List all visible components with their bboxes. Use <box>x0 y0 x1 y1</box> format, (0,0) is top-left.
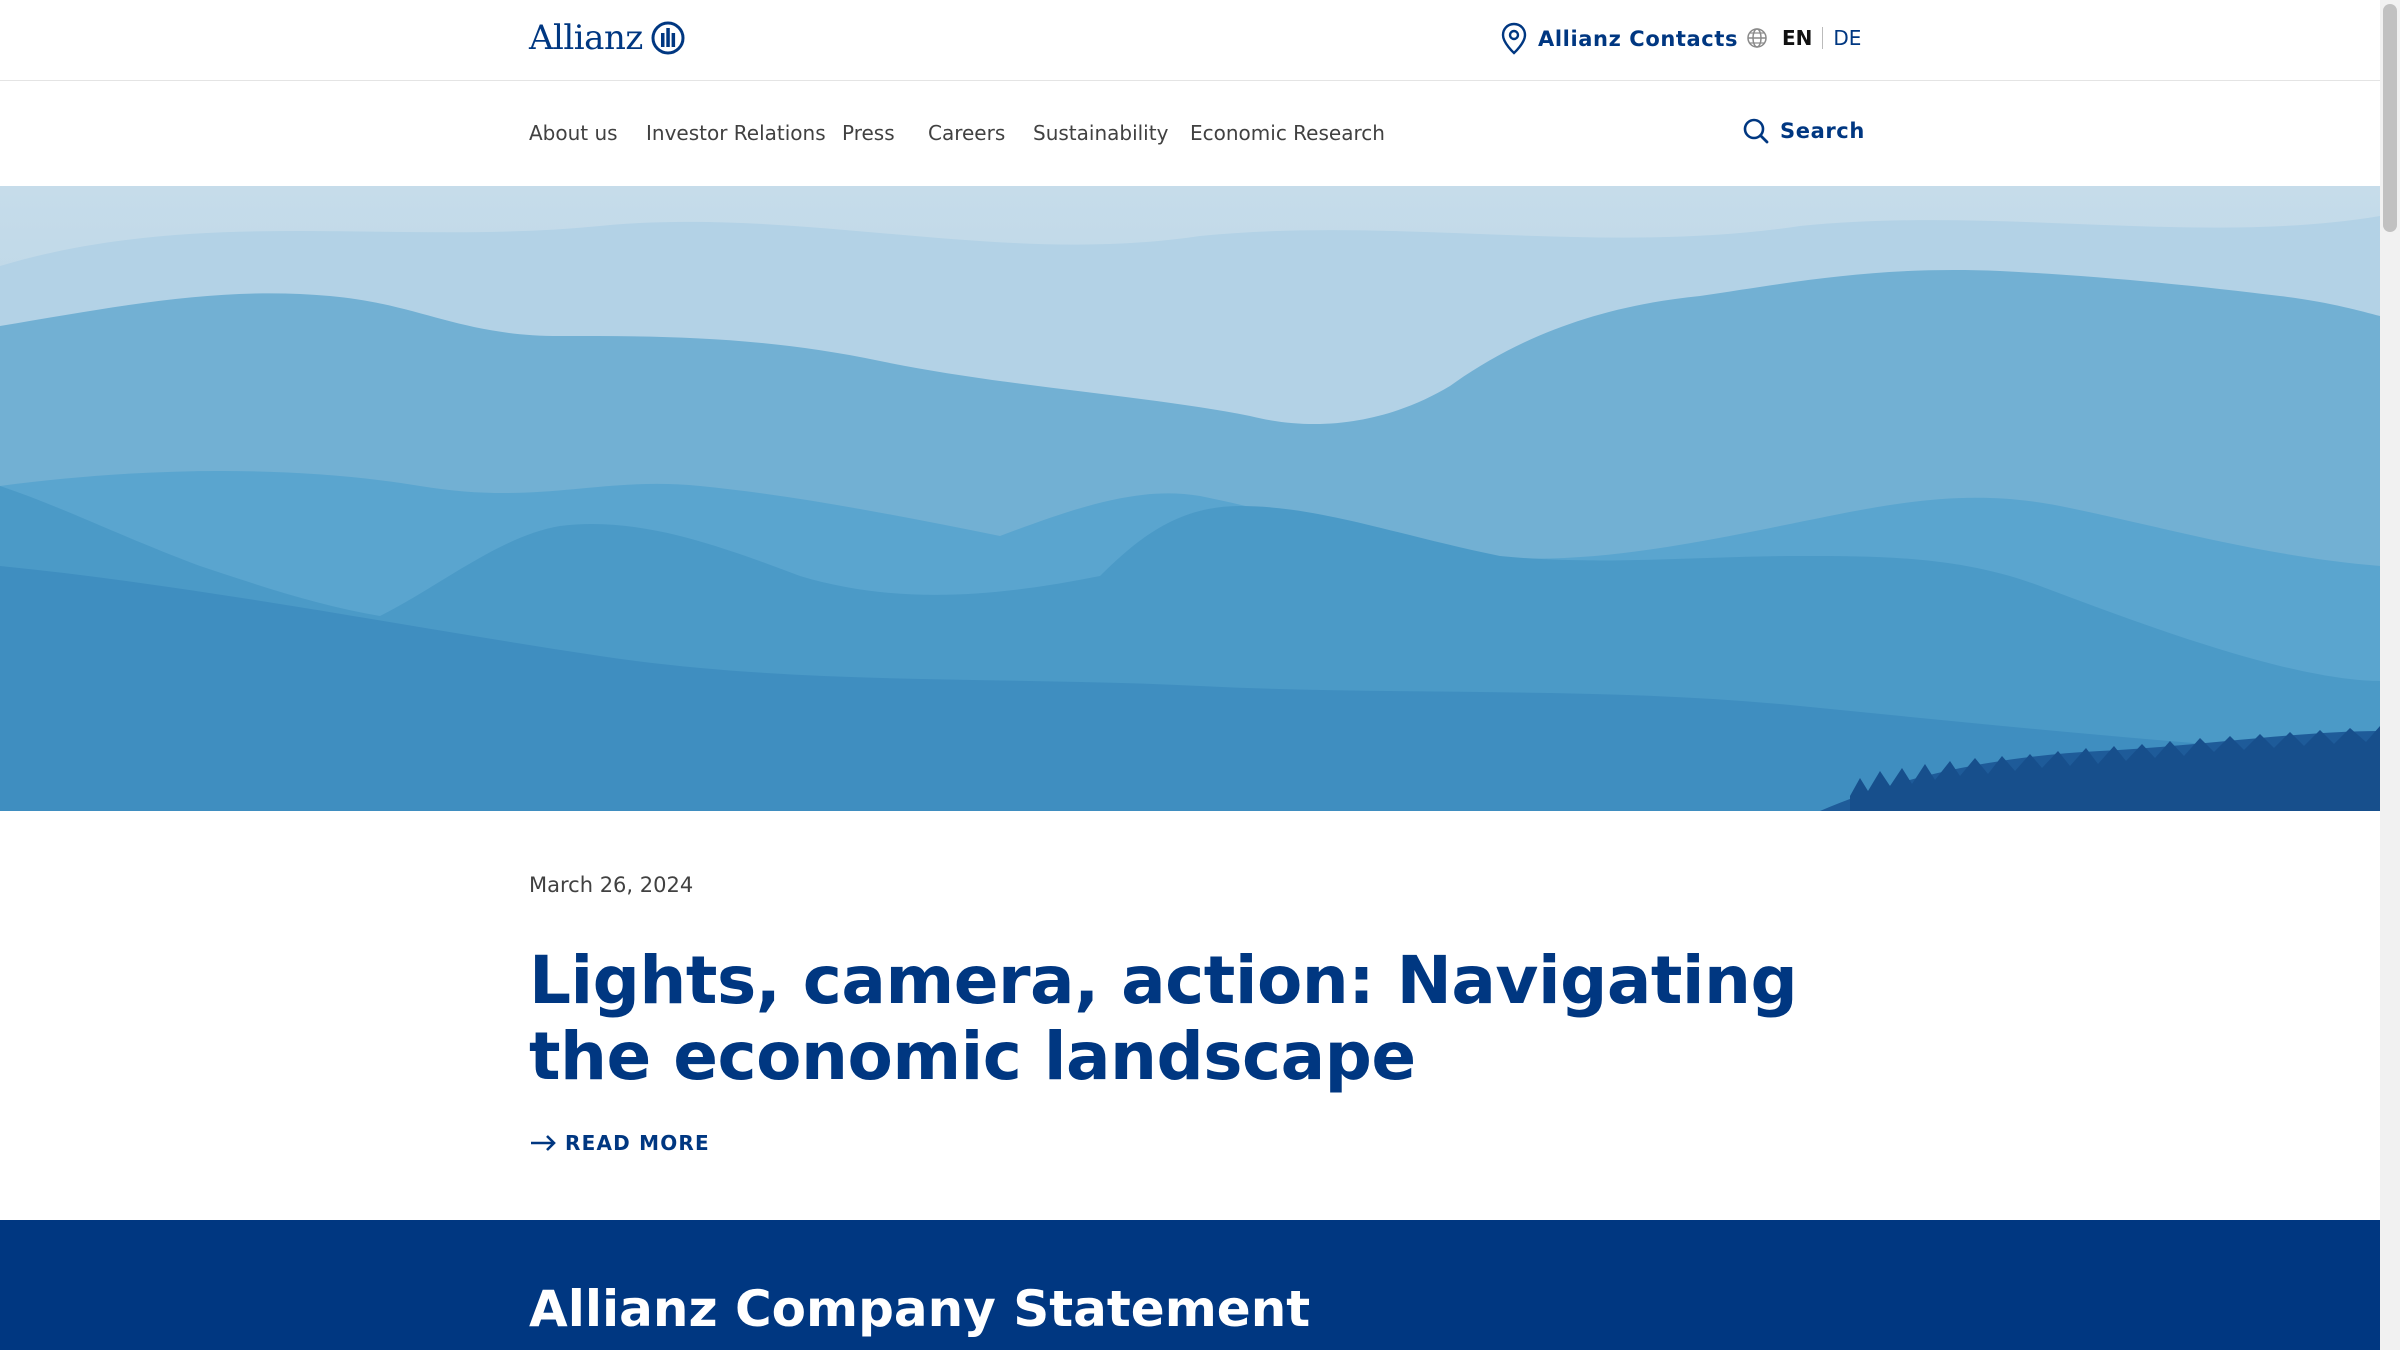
lang-en[interactable]: EN <box>1782 26 1812 50</box>
logo-mark-icon <box>651 21 685 55</box>
hero-image <box>0 186 2380 811</box>
nav-item-economic-research[interactable]: Economic Research <box>1190 121 1385 145</box>
nav-item-press[interactable]: Press <box>842 121 895 145</box>
logo-text: Allianz <box>529 18 643 58</box>
company-statement-section: Allianz Company Statement <box>0 1220 2380 1350</box>
globe-icon <box>1747 28 1767 48</box>
main-navigation: About us Investor Relations Press Career… <box>0 81 2380 185</box>
page-scrollbar[interactable] <box>2380 0 2400 1350</box>
lang-divider <box>1822 27 1824 49</box>
statement-title: Allianz Company Statement <box>529 1280 1311 1338</box>
search-button[interactable]: Search <box>1742 117 1865 145</box>
location-pin-icon <box>1501 22 1527 55</box>
read-more-link[interactable]: READ MORE <box>529 1131 710 1155</box>
contacts-link[interactable]: Allianz Contacts <box>1500 22 1738 56</box>
nav-item-careers[interactable]: Careers <box>928 121 1005 145</box>
lang-de[interactable]: DE <box>1833 26 1861 50</box>
nav-item-about-us[interactable]: About us <box>529 121 618 145</box>
search-icon <box>1743 118 1769 144</box>
search-label: Search <box>1780 119 1865 143</box>
top-bar: Allianz Allianz Contacts EN DE <box>0 0 2380 81</box>
nav-item-sustainability[interactable]: Sustainability <box>1033 121 1168 145</box>
scrollbar-thumb[interactable] <box>2383 4 2397 232</box>
article-headline[interactable]: Lights, camera, action: Navigating the e… <box>529 943 1869 1095</box>
language-switcher: EN DE <box>1746 26 1861 50</box>
allianz-logo[interactable]: Allianz <box>529 18 685 58</box>
read-more-label: READ MORE <box>565 1131 710 1155</box>
arrow-right-icon <box>531 1135 556 1151</box>
nav-item-investor-relations[interactable]: Investor Relations <box>646 121 826 145</box>
article-date: March 26, 2024 <box>529 873 694 897</box>
contacts-label: Allianz Contacts <box>1538 27 1739 51</box>
mountain-landscape-image <box>0 186 2380 811</box>
